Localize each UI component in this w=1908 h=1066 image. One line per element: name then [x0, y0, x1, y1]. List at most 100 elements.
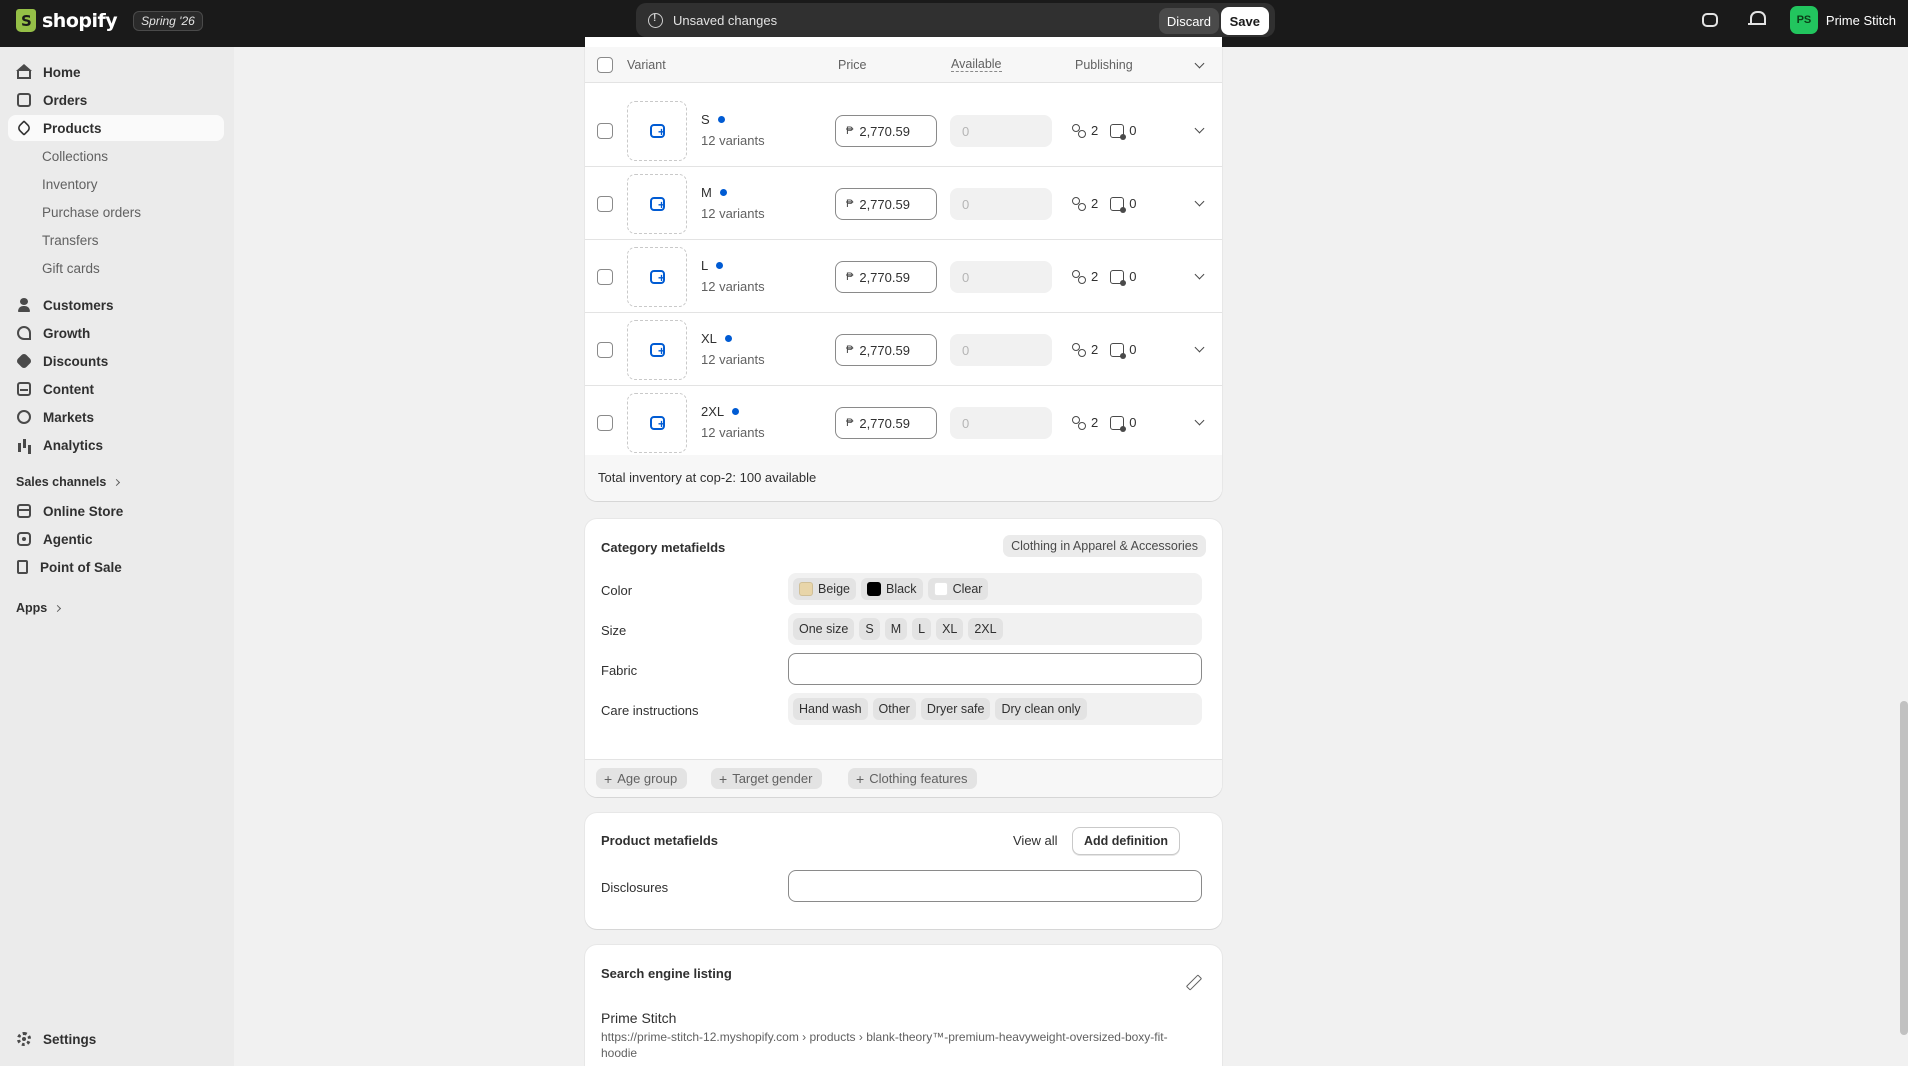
row-checkbox[interactable] [597, 415, 613, 431]
image-add-icon [650, 343, 665, 357]
add-image-button[interactable] [627, 320, 687, 380]
markets-count: 0 [1129, 342, 1137, 357]
variant-name[interactable]: XL [701, 331, 732, 346]
row-checkbox[interactable] [597, 123, 613, 139]
publishing-summary[interactable]: 20 [1072, 196, 1136, 213]
add-clothing-features-button[interactable]: + Clothing features [848, 768, 978, 789]
select-all-checkbox[interactable] [597, 57, 613, 73]
sales-channels-section[interactable]: Sales channels [16, 475, 121, 489]
color-field[interactable]: Beige Black Clear [788, 573, 1202, 605]
care-chip[interactable]: Other [872, 698, 916, 720]
variant-name[interactable]: M [701, 185, 727, 200]
store-name[interactable]: Prime Stitch [1826, 13, 1896, 28]
table-row[interactable]: XL 12 variants ₱2,770.59 0 20 [585, 313, 1222, 386]
publishing-summary[interactable]: 20 [1072, 342, 1137, 359]
price-input[interactable]: ₱ 2,770.59 [835, 188, 937, 220]
sidebar-item-content[interactable]: Content [8, 376, 224, 402]
sidebar-item-discounts[interactable]: Discounts [8, 348, 224, 374]
publishing-summary[interactable]: 20 [1072, 269, 1136, 286]
color-chip-black[interactable]: Black [860, 578, 923, 600]
sidebar-item-products[interactable]: Products [8, 115, 224, 141]
chevron-down-icon[interactable] [1194, 342, 1205, 353]
chevron-down-icon[interactable] [1194, 58, 1205, 69]
discard-button[interactable]: Discard [1158, 8, 1219, 34]
add-image-button[interactable] [627, 174, 687, 234]
chevron-down-icon[interactable] [1194, 196, 1205, 207]
size-chip[interactable]: M [884, 618, 908, 640]
sidebar-item-growth[interactable]: Growth [8, 320, 224, 346]
save-button[interactable]: Save [1220, 7, 1269, 35]
size-chip[interactable]: 2XL [968, 618, 1003, 640]
price-input[interactable]: ₱ 2,770.59 [835, 115, 937, 147]
row-checkbox[interactable] [597, 269, 613, 285]
apps-section[interactable]: Apps [16, 601, 62, 615]
variant-name[interactable]: L [701, 258, 724, 273]
care-instructions-field[interactable]: Hand wash Other Dryer safe Dry clean onl… [788, 693, 1202, 725]
sidebar-item-transfers[interactable]: Transfers [42, 233, 99, 248]
care-chip[interactable]: Dry clean only [995, 698, 1087, 720]
chevron-down-icon[interactable] [1194, 269, 1205, 280]
sidebar-item-home[interactable]: Home [8, 59, 224, 85]
care-chip[interactable]: Dryer safe [920, 698, 991, 720]
table-row[interactable]: M 12 variants ₱2,770.59 0 20 [585, 167, 1222, 240]
chevron-down-icon[interactable] [1194, 415, 1205, 426]
fabric-field[interactable] [788, 653, 1202, 685]
publishing-summary[interactable]: 20 [1072, 415, 1136, 432]
category-badge[interactable]: Clothing in Apparel & Accessories [1003, 535, 1206, 557]
available-input[interactable]: 0 [950, 261, 1052, 293]
add-image-button[interactable] [627, 247, 687, 307]
available-input[interactable]: 0 [950, 115, 1052, 147]
color-chip-clear[interactable]: Clear [927, 578, 989, 600]
edition-badge[interactable]: Spring '26 [133, 10, 203, 31]
size-chip[interactable]: XL [936, 618, 964, 640]
price-input[interactable]: ₱ 2,770.59 [835, 334, 937, 366]
sidebar-item-orders[interactable]: Orders [8, 87, 224, 113]
sidebar-item-markets[interactable]: Markets [8, 404, 224, 430]
price-input[interactable]: ₱ 2,770.59 [835, 407, 937, 439]
sidebar-item-inventory[interactable]: Inventory [42, 177, 98, 192]
size-chip[interactable]: L [912, 618, 932, 640]
care-chip[interactable]: Hand wash [793, 698, 868, 720]
shopify-logo[interactable]: shopify Spring '26 [16, 9, 203, 32]
sidebar-item-purchase-orders[interactable]: Purchase orders [42, 205, 141, 220]
sidebar-item-settings[interactable]: Settings [8, 1026, 224, 1052]
variant-name[interactable]: 2XL [701, 404, 740, 419]
price-input[interactable]: ₱ 2,770.59 [835, 261, 937, 293]
size-field[interactable]: One size S M L XL 2XL [788, 613, 1202, 645]
column-header-available[interactable]: Available [951, 57, 1002, 72]
sidebar-item-agentic[interactable]: Agentic [8, 526, 224, 552]
variant-name[interactable]: S [701, 112, 725, 127]
available-input[interactable]: 0 [950, 334, 1052, 366]
table-row[interactable]: L 12 variants ₱2,770.59 0 20 [585, 240, 1222, 313]
sidebar-item-customers[interactable]: Customers [8, 292, 224, 318]
size-chip[interactable]: One size [793, 618, 855, 640]
sidebar-item-online-store[interactable]: Online Store [8, 498, 224, 524]
edit-pencil-icon[interactable] [1186, 975, 1200, 989]
chevron-down-icon[interactable] [1194, 123, 1205, 134]
available-input[interactable]: 0 [950, 407, 1052, 439]
color-chip-beige[interactable]: Beige [793, 578, 856, 600]
add-image-button[interactable] [627, 393, 687, 453]
add-target-gender-button[interactable]: + Target gender [711, 768, 823, 789]
online-store-button[interactable] [1701, 9, 1724, 31]
table-row[interactable]: S 12 variants ₱2,770.59 0 20 [585, 94, 1222, 167]
notifications-bell-icon[interactable] [1746, 9, 1768, 31]
avatar[interactable]: PS [1789, 6, 1818, 34]
sidebar-item-collections[interactable]: Collections [42, 149, 108, 164]
sidebar-item-gift-cards[interactable]: Gift cards [42, 261, 100, 276]
add-age-group-button[interactable]: + Age group [596, 768, 688, 789]
add-image-button[interactable] [627, 101, 687, 161]
sidebar-item-point-of-sale[interactable]: Point of Sale [8, 554, 224, 580]
row-checkbox[interactable] [597, 196, 613, 212]
add-definition-button[interactable]: Add definition [1072, 827, 1181, 855]
scrollbar[interactable] [1900, 701, 1908, 1035]
view-all-link[interactable]: View all [1013, 833, 1058, 848]
disclosures-field[interactable] [788, 870, 1202, 902]
sidebar-item-analytics[interactable]: Analytics [8, 432, 224, 458]
size-chip[interactable]: S [859, 618, 880, 640]
top-right-actions: PS Prime Stitch [1701, 6, 1896, 34]
row-checkbox[interactable] [597, 342, 613, 358]
table-row[interactable]: 2XL 12 variants ₱2,770.59 0 20 [585, 386, 1222, 459]
available-input[interactable]: 0 [950, 188, 1052, 220]
publishing-summary[interactable]: 20 [1072, 123, 1136, 140]
